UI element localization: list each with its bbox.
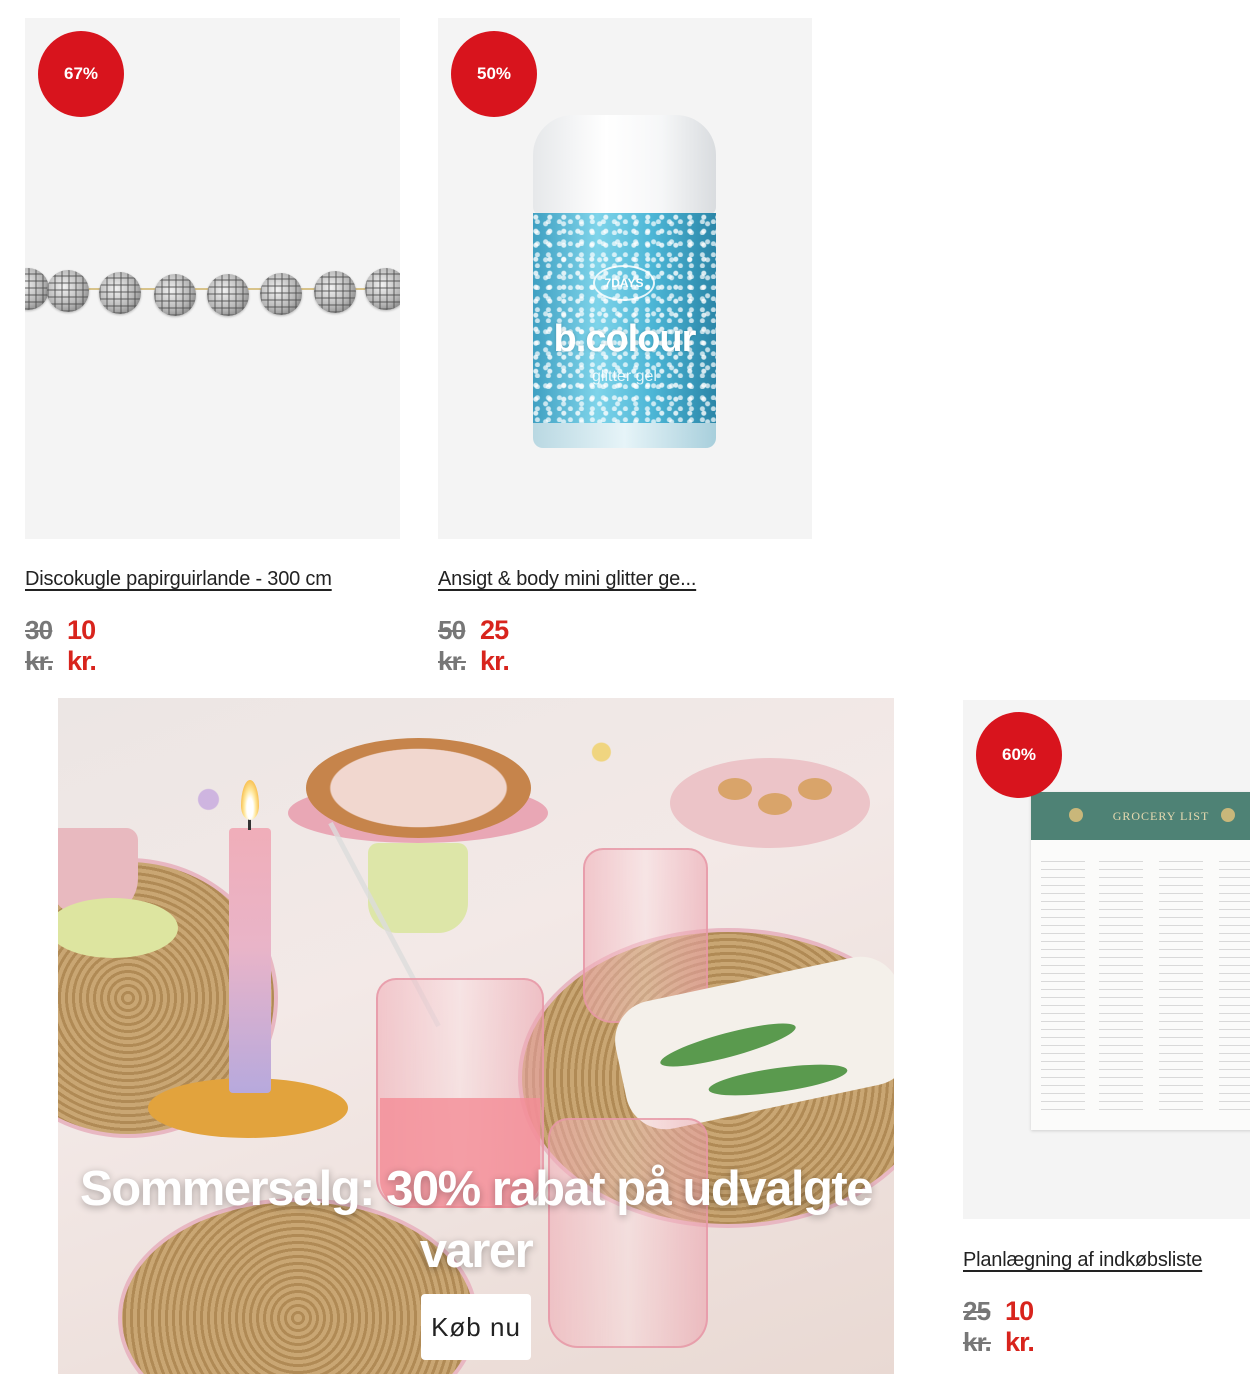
planner-column [1159,854,1203,1110]
discount-badge: 67% [38,31,124,117]
candle [229,828,271,1093]
cookie [798,778,832,800]
product-title-link[interactable]: Planlægning af indkøbsliste [963,1249,1202,1272]
discount-badge: 60% [976,712,1062,798]
price-row: 30 kr. 10 kr. [25,615,97,677]
cookie [718,778,752,800]
banner-headline: Sommersalg: 30% rabat på udvalgte varer [80,1162,873,1278]
disco-ball-icon [365,268,400,310]
jar-base [533,423,716,448]
pin-icon [1069,808,1083,822]
planner-column [1099,854,1143,1110]
jar-cap [533,115,716,215]
planner-header: GROCERY LIST [1031,792,1250,840]
buy-now-button[interactable]: Køb nu [421,1294,531,1360]
sale-price: 25 kr. [479,615,510,676]
discount-badge: 50% [451,31,537,117]
product-sub-text: glitter gel [592,368,657,385]
old-price: 25 kr. [963,1296,992,1357]
disco-ball-icon [25,268,49,310]
sale-price: 10 kr. [1004,1296,1035,1357]
disco-ball-icon [260,273,302,315]
brand-logo: 7DAYS [593,265,655,301]
product-title-link[interactable]: Discokugle papirguirlande - 300 cm [25,568,332,591]
product-logo-text: b.colour [553,318,697,360]
planner-column [1219,854,1250,1110]
candle-flame [241,780,259,820]
price-row: 25 kr. 10 kr. [963,1296,1035,1358]
pin-icon [1221,808,1235,822]
old-price: 50 kr. [438,615,467,676]
disco-ball-icon [207,274,249,316]
planner-column [1041,854,1085,1110]
disco-ball-icon [314,271,356,313]
price-row: 50 kr. 25 kr. [438,615,510,677]
fruit-tart [306,738,531,838]
grocery-list-planner: GROCERY LIST [1031,792,1250,1130]
disco-ball-icon [47,270,89,312]
cookie [758,793,792,815]
promo-banner[interactable]: Sommersalg: 30% rabat på udvalgte varer … [58,698,894,1374]
old-price: 30 kr. [25,615,54,676]
product-title-link[interactable]: Ansigt & body mini glitter ge... [438,568,696,591]
sale-price: 10 kr. [66,615,97,676]
disco-ball-icon [99,272,141,314]
disco-ball-icon [154,274,196,316]
